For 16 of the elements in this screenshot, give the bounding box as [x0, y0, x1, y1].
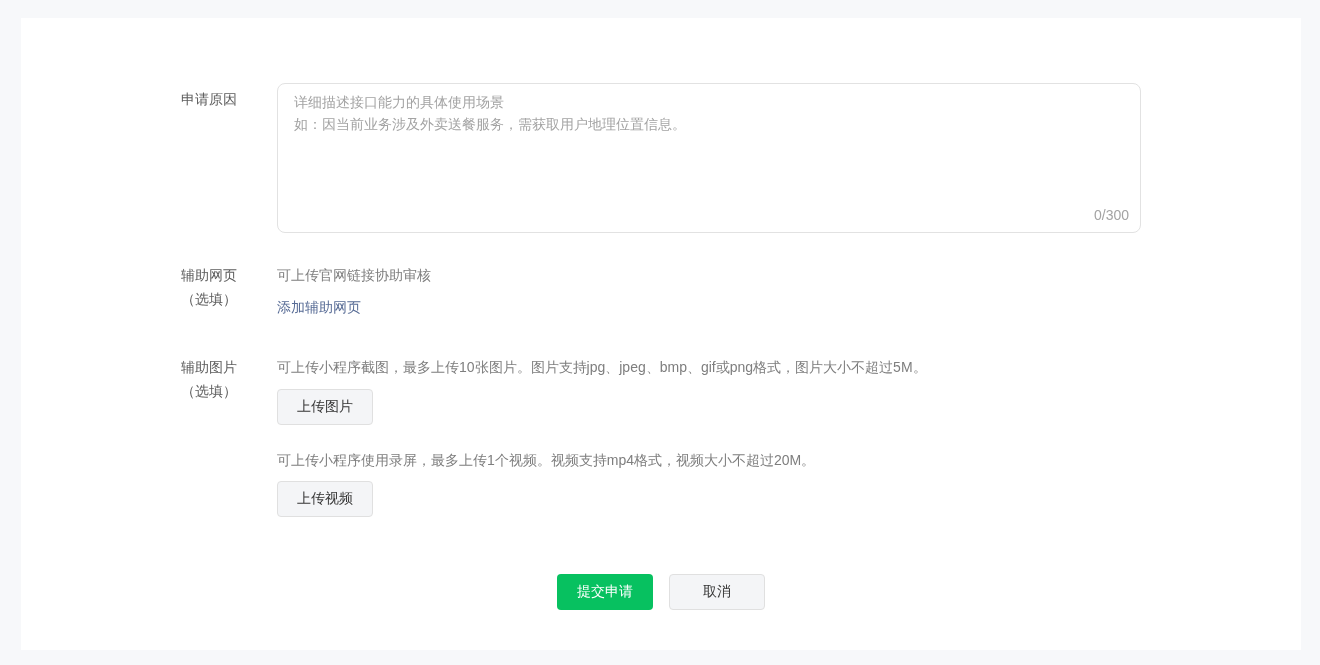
hint-text: 可上传小程序截图，最多上传10张图片。图片支持jpg、jpeg、bmp、gif或png格式，图片大小不超过5M。: [277, 358, 927, 377]
cancel-button[interactable]: 取消: [669, 574, 765, 610]
reason-textarea[interactable]: [277, 83, 1141, 233]
placeholder-text: 详细描述接口能力的具体使用场景: [294, 93, 504, 112]
upload-button[interactable]: 上传视频: [277, 481, 373, 517]
field-label: 辅助图片: [181, 358, 237, 377]
character-counter: 0/300: [1093, 207, 1129, 223]
optional-label: （选填）: [181, 382, 237, 401]
field-label: 辅助网页: [181, 266, 237, 285]
optional-label: （选填）: [181, 290, 237, 309]
placeholder-text: 如：因当前业务涉及外卖送餐服务，需获取用户地理位置信息。: [294, 115, 686, 134]
field-label: 申请原因: [181, 90, 237, 109]
hint-text: 可上传小程序使用录屏，最多上传1个视频。视频支持mp4格式，视频大小不超过20M。: [277, 451, 816, 470]
upload-button[interactable]: 上传图片: [277, 389, 373, 425]
add-webpage-link[interactable]: 添加辅助网页: [277, 295, 361, 319]
hint-text: 可上传官网链接协助审核: [277, 266, 431, 285]
